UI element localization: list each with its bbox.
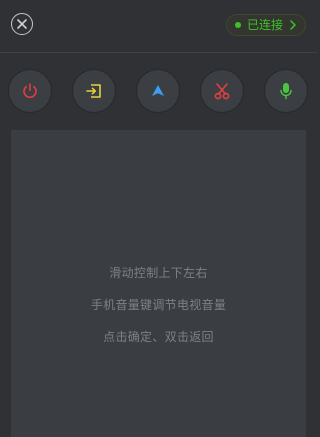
close-icon bbox=[17, 19, 27, 29]
voice-button[interactable] bbox=[264, 69, 308, 113]
input-source-icon bbox=[86, 84, 101, 98]
close-button[interactable] bbox=[11, 13, 33, 35]
scissors-button[interactable] bbox=[200, 69, 244, 113]
power-button[interactable] bbox=[8, 69, 52, 113]
top-bar: 已连接 bbox=[0, 0, 317, 52]
touchpad-area[interactable]: 滑动控制上下左右 手机音量键调节电视音量 点击确定、双击返回 bbox=[11, 130, 306, 437]
header-divider bbox=[0, 52, 317, 53]
connection-status-label: 已连接 bbox=[246, 18, 283, 32]
chevron-right-icon bbox=[289, 20, 297, 30]
touchpad-hint-swipe: 滑动控制上下左右 bbox=[109, 266, 208, 280]
navigate-button[interactable] bbox=[136, 69, 180, 113]
connection-status-button[interactable]: 已连接 bbox=[225, 14, 306, 36]
touchpad-hint-volume: 手机音量键调节电视音量 bbox=[90, 298, 227, 312]
status-dot bbox=[234, 22, 241, 28]
power-icon bbox=[23, 83, 37, 98]
navigation-arrow-icon bbox=[152, 85, 164, 96]
scissors-icon bbox=[214, 83, 230, 100]
touchpad-hint-tap: 点击确定、双击返回 bbox=[103, 330, 214, 344]
input-source-button[interactable] bbox=[72, 69, 116, 113]
action-bar bbox=[8, 69, 309, 113]
microphone-icon bbox=[280, 83, 292, 100]
